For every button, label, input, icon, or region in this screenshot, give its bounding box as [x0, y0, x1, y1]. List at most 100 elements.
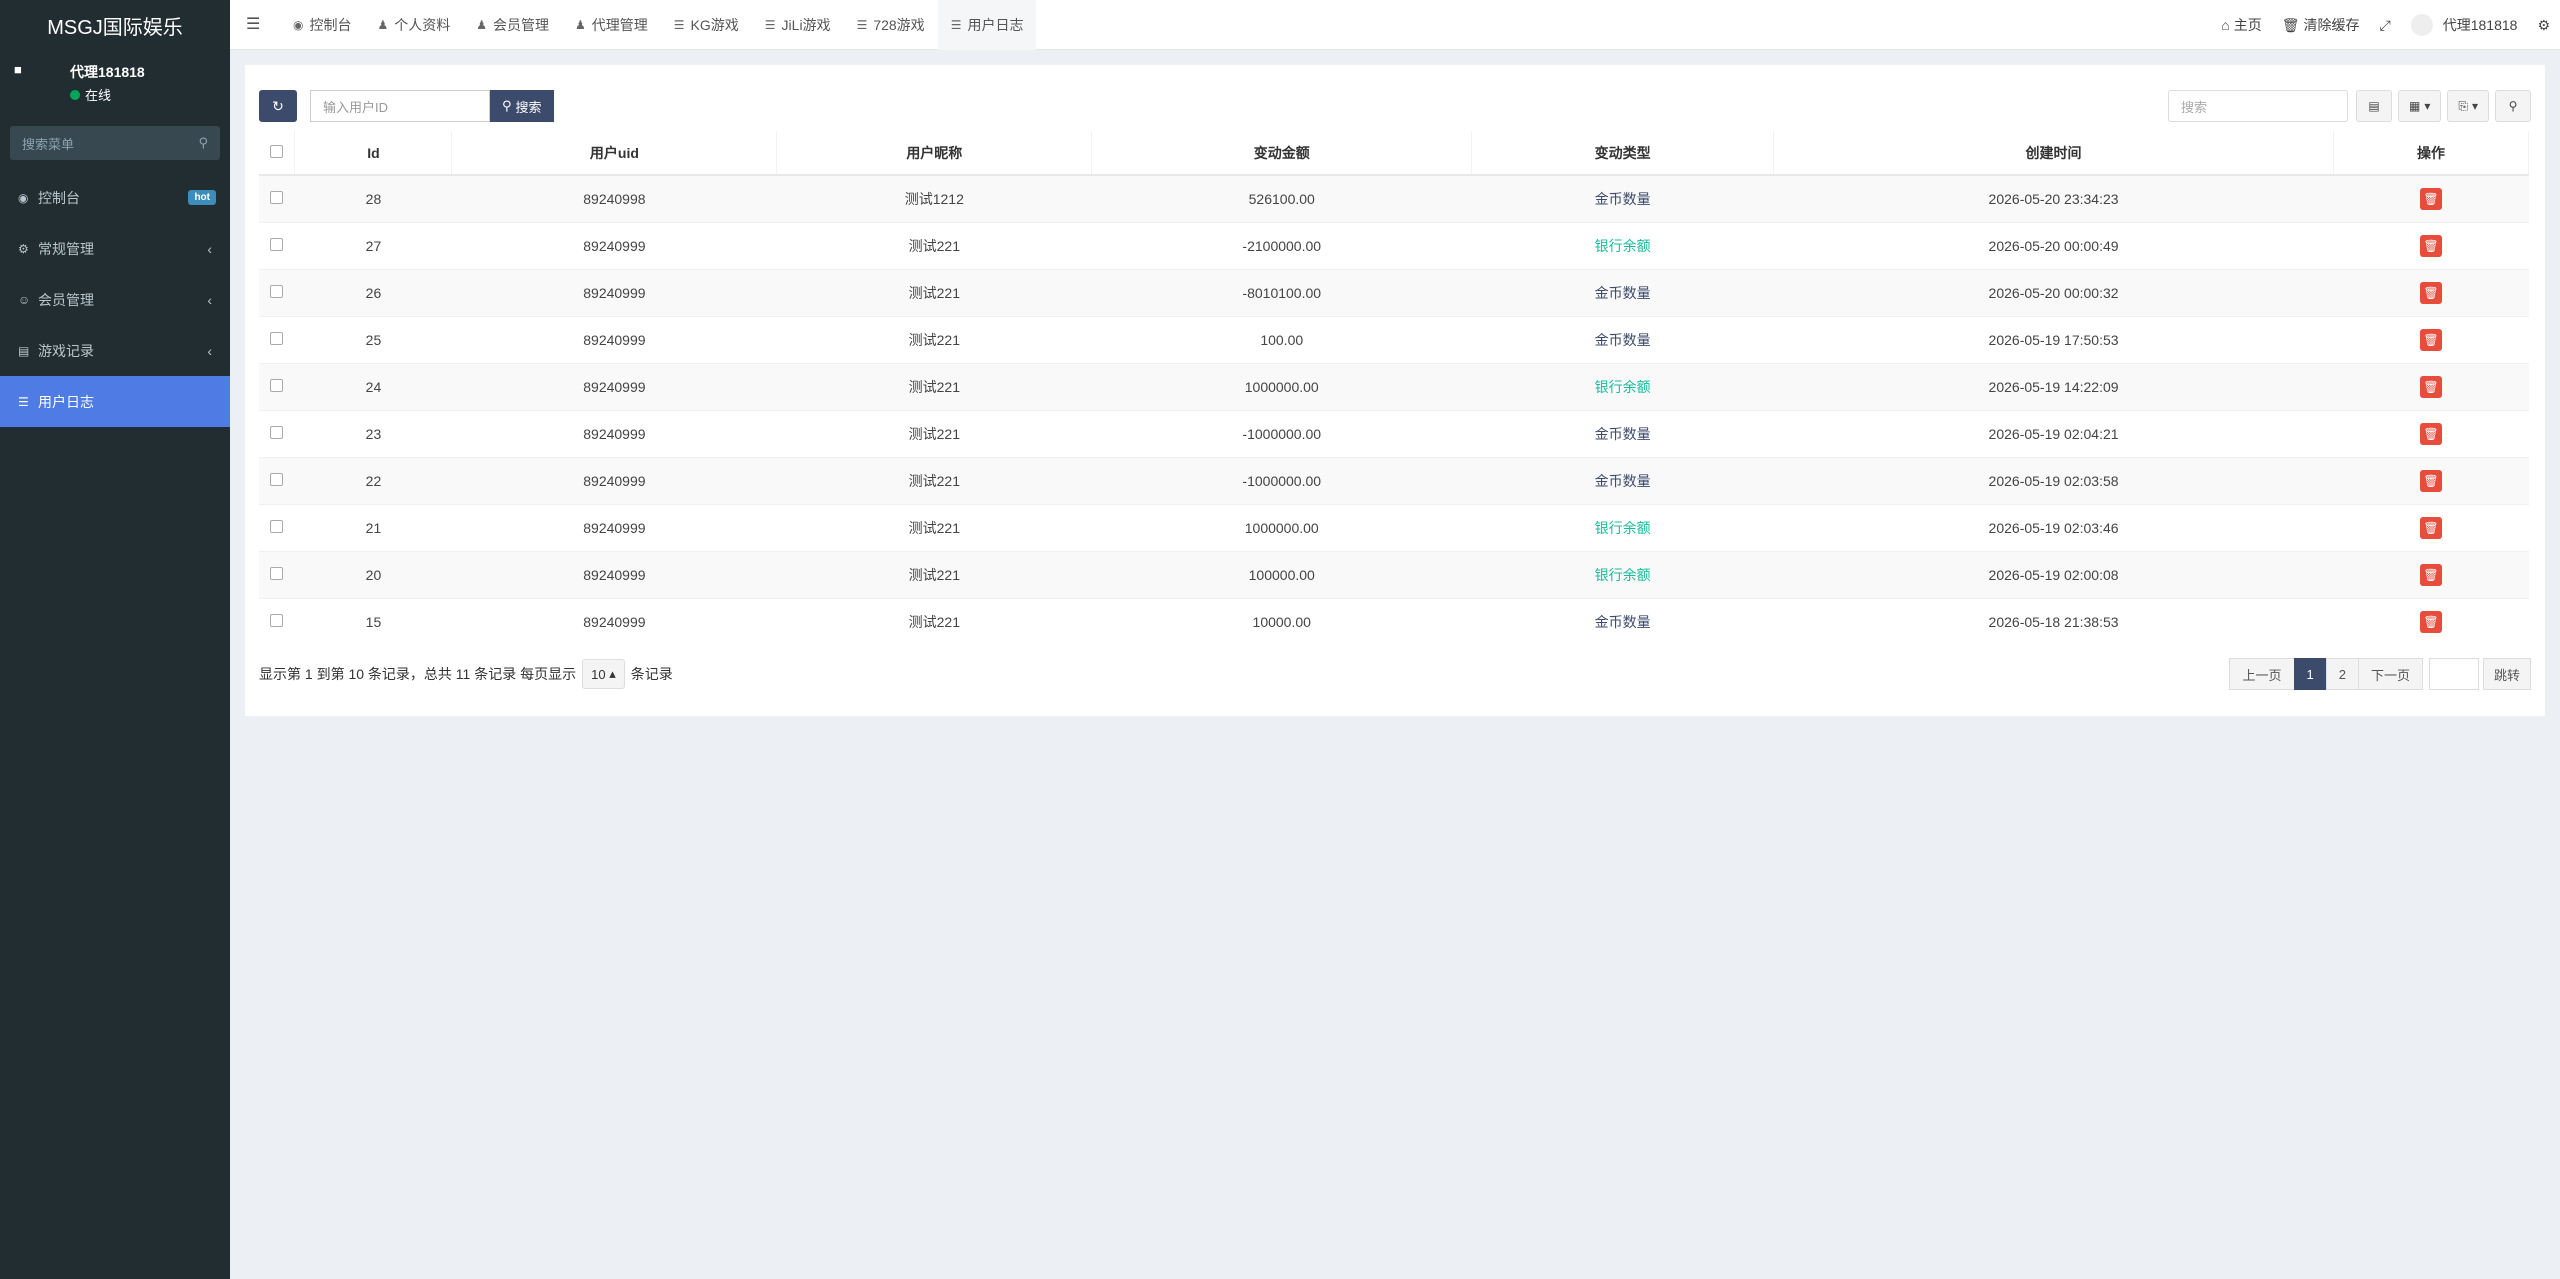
col-type[interactable]: 变动类型 — [1471, 131, 1775, 176]
search-icon: ⚲ — [2508, 99, 2518, 113]
content-panel: ↻ 输入用户ID ⚲ 搜索 搜索 ▤ ▦ ▾ ⎘ ▾ ⚲ Id 用户uid 用户昵称 … — [245, 65, 2545, 716]
home-link[interactable]: ⌂ 主页 — [2211, 15, 2271, 35]
tab-dashboard[interactable]: ◉ 控制台 — [280, 0, 364, 50]
table-row[interactable]: 21 89240999 测试221 1000000.00 银行余额 2026-05-19 … — [259, 503, 2529, 551]
jump-page-input[interactable] — [2428, 658, 2479, 690]
cell-nick: 测试221 — [776, 597, 1092, 645]
jump-button[interactable]: 跳转 — [2482, 658, 2531, 690]
tab-user-log[interactable]: ☰ 用户日志 — [937, 0, 1037, 50]
col-nick[interactable]: 用户昵称 — [776, 131, 1093, 176]
delete-button[interactable]: 🗑 — [2419, 563, 2442, 586]
cell-amount: 100.00 — [1091, 315, 1472, 363]
advanced-search-button[interactable]: ⚲ — [2495, 90, 2531, 122]
cell-id: 21 — [294, 503, 452, 551]
cell-actions: 🗑 — [2333, 315, 2529, 363]
row-checkbox[interactable] — [270, 378, 284, 392]
table-row[interactable]: 24 89240999 测试221 1000000.00 银行余额 2026-05-19 … — [259, 362, 2529, 410]
page-button[interactable]: 1 — [2293, 658, 2327, 690]
delete-button[interactable]: 🗑 — [2419, 375, 2442, 398]
table-row[interactable]: 28 89240998 测试1212 526100.00 金币数量 2026-05-20 … — [259, 174, 2529, 222]
table-row[interactable]: 25 89240999 测试221 100.00 金币数量 2026-05-19 17:5… — [259, 315, 2529, 363]
page-size-select[interactable]: 10 ▴ — [582, 659, 625, 689]
columns-button[interactable]: ▦ ▾ — [2397, 90, 2442, 122]
row-checkbox[interactable] — [270, 472, 284, 486]
cell-type: 金币数量 — [1471, 597, 1774, 645]
table-row[interactable]: 15 89240999 测试221 10000.00 金币数量 2026-05-18 21… — [259, 597, 2529, 645]
delete-button[interactable]: 🗑 — [2419, 187, 2442, 210]
table-row[interactable]: 20 89240999 测试221 100000.00 银行余额 2026-05-19 0… — [259, 550, 2529, 598]
cell-time: 2026-05-19 14:22:09 — [1773, 362, 2334, 410]
table-row[interactable]: 23 89240999 测试221 -1000000.00 金币数量 2026-05-19… — [259, 409, 2529, 457]
tab-728-games[interactable]: ☰ 728游戏 — [844, 0, 938, 50]
tab-jili-games[interactable]: ☰ JiLi游戏 — [752, 0, 844, 50]
table-row[interactable]: 27 89240999 测试221 -2100000.00 银行余额 2026-05-20… — [259, 221, 2529, 269]
tab-bar: ◉ 控制台 ♟ 个人资料 ♟ 会员管理 ♟ 代理管理 ☰ KG游戏 ☰ JiLi游戏 ☰ 72… — [280, 0, 1037, 50]
cell-amount: 1000000.00 — [1091, 503, 1472, 551]
delete-button[interactable]: 🗑 — [2419, 281, 2442, 304]
cell-amount: 1000000.00 — [1091, 362, 1472, 410]
table-row[interactable]: 26 89240999 测试221 -8010100.00 金币数量 2026-05-20… — [259, 268, 2529, 316]
col-uid[interactable]: 用户uid — [451, 131, 778, 176]
app-logo[interactable]: MSGJ国际娱乐 — [0, 0, 230, 50]
row-checkbox[interactable] — [270, 284, 284, 298]
row-checkbox[interactable] — [270, 425, 284, 439]
next-page-button[interactable]: 下一页 — [2357, 658, 2423, 690]
row-checkbox[interactable] — [270, 519, 284, 533]
row-checkbox[interactable] — [270, 613, 284, 627]
settings-button[interactable]: ⚙ — [2527, 17, 2560, 34]
delete-button[interactable]: 🗑 — [2419, 422, 2442, 445]
table-row[interactable]: 22 89240999 测试221 -1000000.00 金币数量 2026-05-19… — [259, 456, 2529, 504]
clear-cache-label: 清除缓存 — [2303, 17, 2360, 33]
user-menu[interactable]: 代理181818 — [2401, 14, 2528, 36]
trash-icon: 🗑 — [2423, 520, 2439, 535]
cell-actions: 🗑 — [2333, 174, 2529, 222]
row-checkbox[interactable] — [270, 331, 284, 345]
cell-uid: 89240999 — [451, 268, 777, 316]
tab-profile[interactable]: ♟ 个人资料 — [364, 0, 463, 50]
sidebar-item-dashboard[interactable]: ◉ 控制台 hot — [0, 172, 230, 223]
col-amount[interactable]: 变动金额 — [1091, 131, 1473, 176]
tab-members[interactable]: ♟ 会员管理 — [463, 0, 562, 50]
sidebar-item-general[interactable]: ⚙ 常规管理 ‹ — [0, 223, 230, 274]
row-checkbox[interactable] — [270, 566, 284, 580]
toggle-view-button[interactable]: ▤ — [2355, 90, 2392, 122]
search-icon[interactable]: ⚲ — [198, 135, 208, 151]
cell-actions: 🗑 — [2333, 221, 2529, 269]
cell-nick: 测试221 — [776, 409, 1092, 457]
tab-agents[interactable]: ♟ 代理管理 — [562, 0, 661, 50]
sidebar-item-game-records[interactable]: ▤ 游戏记录 ‹ — [0, 325, 230, 376]
row-checkbox[interactable] — [270, 237, 284, 251]
page-button[interactable]: 2 — [2325, 658, 2359, 690]
list-icon: ☰ — [764, 18, 776, 32]
clear-cache-button[interactable]: 🗑 清除缓存 — [2272, 15, 2370, 35]
export-button[interactable]: ⎘ ▾ — [2447, 90, 2489, 122]
refresh-button[interactable]: ↻ — [259, 90, 297, 122]
trash-icon: 🗑 — [2423, 567, 2439, 582]
sidebar-item-user-log[interactable]: ☰ 用户日志 — [0, 376, 230, 427]
search-button[interactable]: ⚲ 搜索 — [490, 90, 554, 122]
sidebar-item-members[interactable]: ☺ 会员管理 ‹ — [0, 274, 230, 325]
user-log-table: Id 用户uid 用户昵称 变动金额 变动类型 创建时间 操作 28 892409… — [259, 131, 2530, 645]
row-checkbox[interactable] — [270, 190, 284, 204]
cell-uid: 89240999 — [451, 456, 777, 504]
delete-button[interactable]: 🗑 — [2419, 328, 2442, 351]
tab-kg-games[interactable]: ☰ KG游戏 — [661, 0, 752, 50]
menu-search-input[interactable]: 搜索菜单 ⚲ — [10, 126, 220, 160]
select-all-checkbox[interactable] — [270, 144, 284, 158]
delete-button[interactable]: 🗑 — [2419, 516, 2442, 539]
delete-button[interactable]: 🗑 — [2419, 234, 2442, 257]
cell-actions: 🗑 — [2333, 409, 2529, 457]
delete-button[interactable]: 🗑 — [2419, 610, 2442, 633]
col-time[interactable]: 创建时间 — [1773, 131, 2334, 176]
trash-icon: 🗑 — [2423, 473, 2439, 488]
uid-input[interactable]: 输入用户ID — [310, 90, 490, 122]
menu-toggle-icon[interactable]: ☰ — [246, 14, 260, 34]
delete-button[interactable]: 🗑 — [2419, 469, 2442, 492]
trash-icon: 🗑 — [2423, 332, 2439, 347]
prev-page-button[interactable]: 上一页 — [2229, 658, 2295, 690]
table-search-input[interactable]: 搜索 — [2167, 90, 2348, 122]
fullscreen-button[interactable]: ⤢ — [2370, 17, 2401, 34]
cell-nick: 测试221 — [776, 550, 1092, 598]
cell-time: 2026-05-19 02:00:08 — [1773, 550, 2334, 598]
col-id[interactable]: Id — [294, 131, 453, 176]
